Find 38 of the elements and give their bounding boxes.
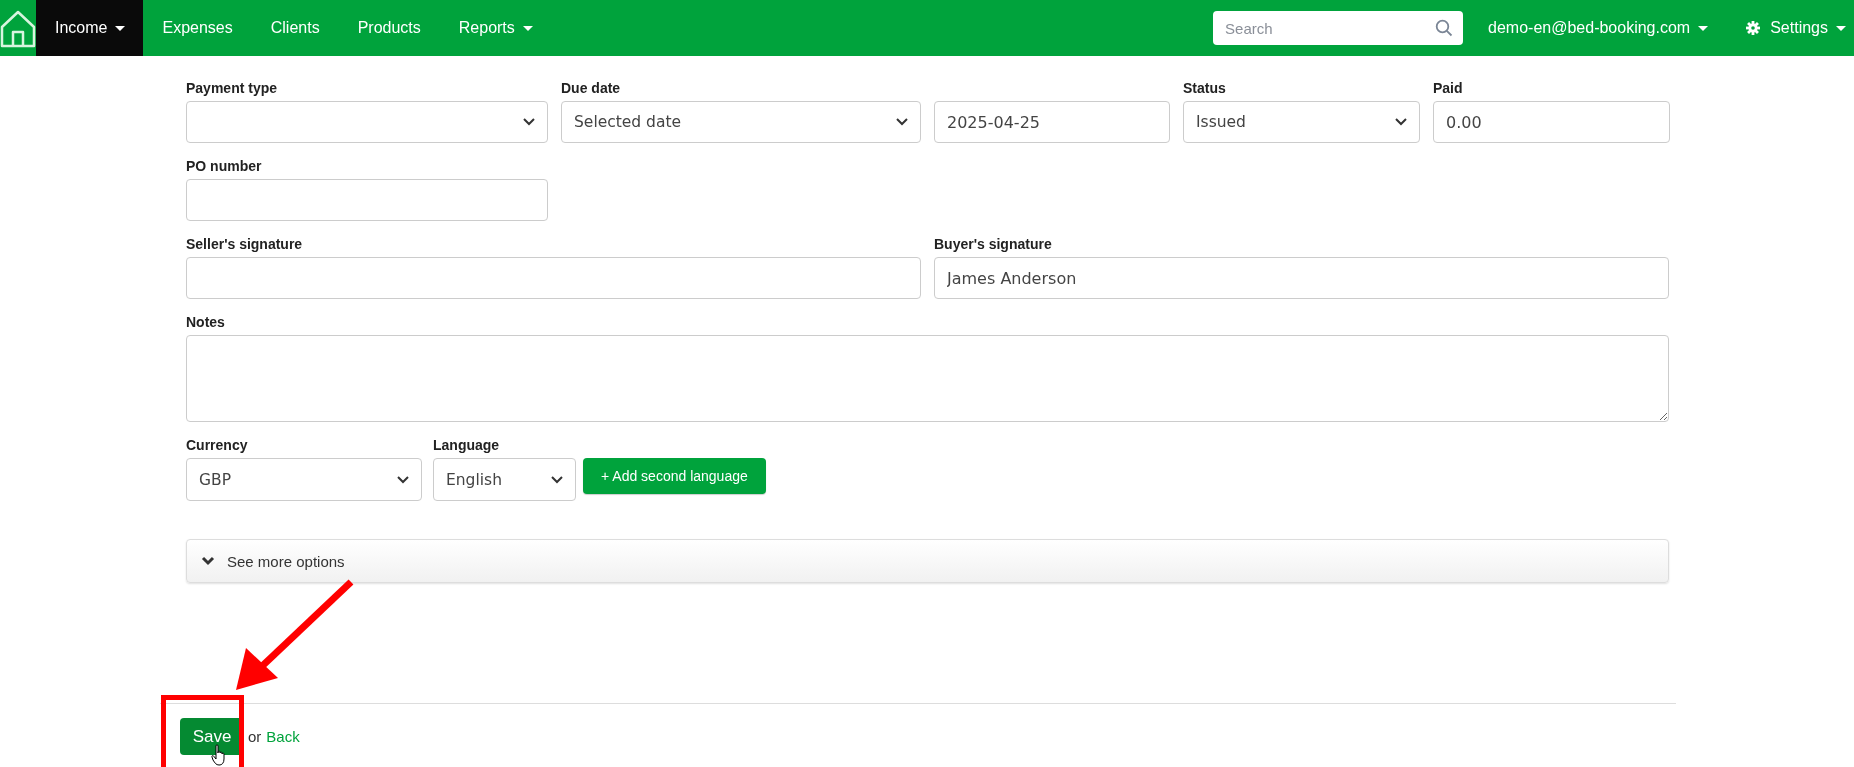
select-field[interactable]: English xyxy=(433,458,576,501)
options-panel[interactable]: See more options xyxy=(186,539,1669,583)
caret-icon xyxy=(1836,25,1846,31)
caret-icon xyxy=(1698,25,1709,31)
field-label: Currency xyxy=(186,436,249,455)
chevron-down-icon xyxy=(201,556,215,566)
field-label: Language xyxy=(433,436,501,455)
gear-icon xyxy=(1746,21,1761,35)
or-text: or xyxy=(248,728,262,745)
field-label: Due date xyxy=(561,79,622,98)
select-field[interactable] xyxy=(186,101,548,143)
house-icon[interactable] xyxy=(0,8,36,48)
options-label: See more options xyxy=(227,552,345,570)
chevron-down-icon xyxy=(397,475,409,484)
field-label: Seller's signature xyxy=(186,235,304,254)
nav-tab[interactable]: Income xyxy=(36,0,144,56)
input-field[interactable] xyxy=(186,257,921,299)
input-field[interactable]: 2025-04-25 xyxy=(934,101,1170,143)
input-field[interactable]: James Anderson xyxy=(934,257,1669,299)
input-field[interactable] xyxy=(186,179,548,221)
field-label: PO number xyxy=(186,157,263,176)
chevron-down-icon xyxy=(896,118,908,126)
field-label: Notes xyxy=(186,313,226,332)
input-field[interactable]: 0.00 xyxy=(1433,101,1670,143)
field-label: Paid xyxy=(1433,79,1464,98)
notes-field[interactable] xyxy=(186,335,1669,422)
select-field[interactable]: Issued xyxy=(1183,101,1420,143)
chevron-down-icon xyxy=(551,475,563,484)
field-label: Status xyxy=(1183,79,1227,98)
field-label: Payment type xyxy=(186,79,279,98)
search-field[interactable]: Search xyxy=(1213,11,1464,45)
select-field[interactable]: GBP xyxy=(186,458,422,501)
chevron-down-icon xyxy=(523,118,535,126)
field-label: Buyer's signature xyxy=(934,235,1053,254)
select-field[interactable]: Selected date xyxy=(561,101,921,143)
chevron-down-icon xyxy=(1395,118,1407,126)
hand-cursor-icon xyxy=(211,744,227,766)
search-icon xyxy=(1435,19,1454,37)
